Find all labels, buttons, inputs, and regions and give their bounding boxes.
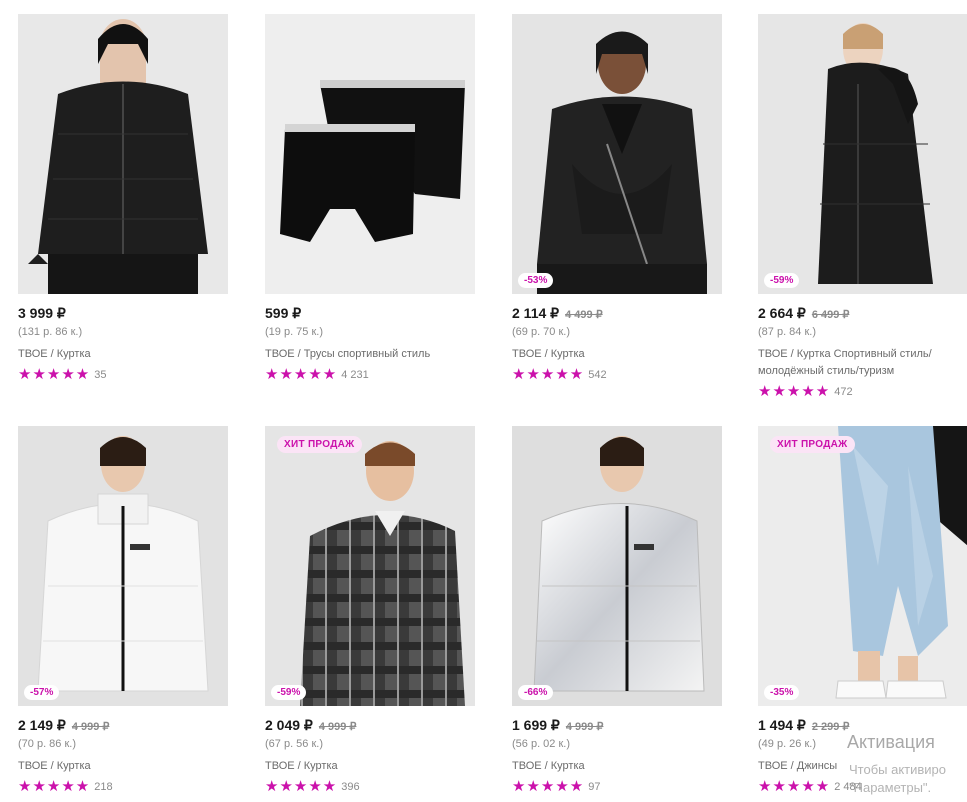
discount-badge: -35% (764, 685, 800, 700)
installment-price: (69 р. 70 к.) (512, 326, 571, 338)
rating: ★★★★★ 4 231 (265, 367, 475, 383)
plaid-shirt-jacket-image[interactable]: ХИТ ПРОДАЖ -59% (265, 426, 475, 706)
brand-name[interactable]: ТВОЕ / Куртка (512, 346, 722, 363)
brand-name[interactable]: ТВОЕ / Куртка (18, 758, 228, 775)
puffer-jacket-white-image[interactable]: -57% (18, 426, 228, 706)
rating: ★★★★★ 542 (512, 367, 722, 383)
light-wash-jeans-image[interactable]: ХИТ ПРОДАЖ -35% (758, 426, 967, 706)
product-card[interactable]: -66% 1 699 ₽ 4 999 ₽ (56 р. 02 к.) ТВОЕ /… (512, 426, 722, 795)
star-rating-icon: ★★★★★ (512, 366, 585, 383)
old-price: 6 499 ₽ (811, 309, 850, 321)
star-rating-icon: ★★★★★ (758, 778, 831, 795)
long-parka-black-image[interactable]: -59% (758, 14, 967, 294)
rating-count: 542 (588, 369, 607, 381)
bestseller-badge: ХИТ ПРОДАЖ (770, 436, 855, 453)
price: 1 494 ₽ (758, 717, 806, 733)
installment-price: (70 р. 86 к.) (18, 738, 77, 750)
installment-price: (56 р. 02 к.) (512, 738, 571, 750)
rating-count: 472 (834, 386, 853, 398)
price: 3 999 ₽ (18, 305, 66, 321)
installment-price: (87 р. 84 к.) (758, 326, 817, 338)
rating: ★★★★★ 97 (512, 779, 722, 795)
brand-name[interactable]: ТВОЕ / Трусы спортивный стиль (265, 346, 475, 363)
product-card[interactable]: -59% 2 664 ₽ 6 499 ₽ (87 р. 84 к.) ТВОЕ /… (758, 14, 967, 400)
boxer-briefs-black-image[interactable] (265, 14, 475, 294)
old-price: 2 299 ₽ (811, 721, 850, 733)
product-card[interactable]: -53% 2 114 ₽ 4 499 ₽ (69 р. 70 к.) ТВОЕ /… (512, 14, 722, 383)
old-price: 4 999 ₽ (71, 721, 110, 733)
old-price: 4 999 ₽ (318, 721, 357, 733)
rating-count: 396 (341, 781, 360, 793)
discount-badge: -59% (271, 685, 307, 700)
discount-badge: -53% (518, 273, 554, 288)
bestseller-badge: ХИТ ПРОДАЖ (277, 436, 362, 453)
brand-name[interactable]: ТВОЕ / Куртка (18, 346, 228, 363)
rating: ★★★★★ 35 (18, 367, 228, 383)
discount-badge: -66% (518, 685, 554, 700)
price: 599 ₽ (265, 305, 302, 321)
brand-name[interactable]: ТВОЕ / Куртка Спортивный стиль/ молодёжн… (758, 346, 967, 380)
installment-price: (49 р. 26 к.) (758, 738, 817, 750)
product-card[interactable]: 3 999 ₽ (131 р. 86 к.) ТВОЕ / Куртка ★★★… (18, 14, 228, 383)
rating: ★★★★★ 218 (18, 779, 228, 795)
discount-badge: -59% (764, 273, 800, 288)
rating-count: 35 (94, 369, 107, 381)
old-price: 4 499 ₽ (565, 309, 603, 321)
star-rating-icon: ★★★★★ (18, 366, 91, 383)
product-card[interactable]: -57% 2 149 ₽ 4 999 ₽ (70 р. 86 к.) ТВОЕ /… (18, 426, 228, 795)
star-rating-icon: ★★★★★ (758, 383, 831, 400)
price: 2 049 ₽ (265, 717, 313, 733)
price: 2 149 ₽ (18, 717, 66, 733)
brand-name[interactable]: ТВОЕ / Куртка (512, 758, 722, 775)
star-rating-icon: ★★★★★ (18, 778, 91, 795)
installment-price: (131 р. 86 к.) (18, 326, 83, 338)
discount-badge: -57% (24, 685, 60, 700)
rating: ★★★★★ 2 484 (758, 779, 967, 795)
price: 1 699 ₽ (512, 717, 560, 733)
brand-name[interactable]: ТВОЕ / Куртка (265, 758, 475, 775)
rating-count: 2 484 (834, 781, 862, 793)
rating-count: 4 231 (341, 369, 369, 381)
reflective-puffer-jacket-image[interactable]: -66% (512, 426, 722, 706)
rating: ★★★★★ 472 (758, 384, 967, 400)
product-card[interactable]: ХИТ ПРОДАЖ -35% 1 494 ₽ 2 299 ₽ (49 р. 26… (758, 426, 967, 795)
price: 2 664 ₽ (758, 305, 806, 321)
rating-count: 218 (94, 781, 113, 793)
star-rating-icon: ★★★★★ (265, 778, 338, 795)
product-card[interactable]: ХИТ ПРОДАЖ -59% 2 049 ₽ 4 999 ₽ (67 р. 56… (265, 426, 475, 795)
puffer-jacket-black-image[interactable] (18, 14, 228, 294)
product-card[interactable]: 599 ₽ (19 р. 75 к.) ТВОЕ / Трусы спортив… (265, 14, 475, 383)
rating: ★★★★★ 396 (265, 779, 475, 795)
rating-count: 97 (588, 781, 601, 793)
price: 2 114 ₽ (512, 305, 560, 321)
installment-price: (19 р. 75 к.) (265, 326, 324, 338)
brand-name[interactable]: ТВОЕ / Джинсы (758, 758, 967, 775)
star-rating-icon: ★★★★★ (512, 778, 585, 795)
old-price: 4 999 ₽ (565, 721, 604, 733)
star-rating-icon: ★★★★★ (265, 366, 338, 383)
installment-price: (67 р. 56 к.) (265, 738, 324, 750)
leather-biker-jacket-image[interactable]: -53% (512, 14, 722, 294)
